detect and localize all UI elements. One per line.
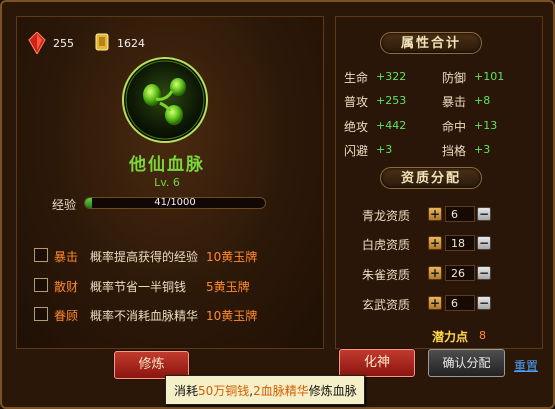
option-save-cost: 5黄玉牌 [206, 280, 250, 294]
skill-level: Lv. 6 [154, 176, 180, 189]
tooltip-prefix: 消耗 [174, 384, 199, 398]
option-favor-desc: 概率不消耗血脉精华 [90, 309, 199, 323]
reset-link[interactable]: 重置 [514, 357, 538, 374]
bloodline-panel: 255 1624 他仙血脉 Lv. 6 经验 41/1000 暴击 概率提高获得… [0, 0, 555, 409]
quality-value-black-tortoise: 6 [445, 295, 475, 311]
tooltip-amount: 50万铜钱 [198, 384, 250, 398]
option-favor-cost: 10黄玉牌 [206, 309, 258, 323]
option-crit-checkbox[interactable] [34, 248, 48, 262]
attr-name-ult: 绝攻 [344, 120, 369, 134]
quality-name-vermilion-bird: 朱雀资质 [362, 268, 411, 282]
potential-label: 潜力点 [432, 330, 469, 344]
quality-minus-button[interactable]: − [477, 296, 491, 310]
option-crit-cost: 10黄玉牌 [206, 250, 258, 264]
attr-value-crit: +8 [474, 94, 491, 107]
potential-value: 8 [479, 329, 486, 342]
attributes-header: 属性合计 [380, 32, 482, 54]
attr-name-def: 防御 [442, 71, 467, 85]
bloodline-emblem [120, 55, 210, 145]
quality-plus-button[interactable]: + [428, 207, 442, 221]
option-save-label: 散财 [54, 280, 79, 294]
attr-value-hp: +322 [376, 70, 407, 83]
attr-value-ult: +442 [376, 119, 407, 132]
exp-label: 经验 [52, 198, 77, 212]
quality-minus-button[interactable]: − [477, 266, 491, 280]
quality-minus-button[interactable]: − [477, 207, 491, 221]
attr-value-def: +101 [474, 70, 505, 83]
option-crit-desc: 概率提高获得的经验 [90, 250, 199, 264]
confirm-allocation-button[interactable]: 确认分配 [428, 349, 505, 377]
attr-value-block: +3 [474, 143, 491, 156]
attr-value-atk: +253 [376, 94, 407, 107]
qualities-header: 资质分配 [380, 167, 482, 189]
quality-value-azure-dragon: 6 [445, 206, 475, 222]
attr-name-atk: 普攻 [344, 95, 369, 109]
skill-name: 他仙血脉 [129, 155, 205, 175]
tooltip-essence: 2血脉精华 [253, 384, 309, 398]
option-favor-checkbox[interactable] [34, 307, 48, 321]
gold-token-count: 1624 [117, 37, 145, 50]
attr-name-crit: 暴击 [442, 95, 467, 109]
tooltip-suffix: 修炼血脉 [308, 384, 357, 398]
transform-button[interactable]: 化神 [339, 349, 415, 377]
quality-name-black-tortoise: 玄武资质 [362, 298, 411, 312]
gem-count: 255 [53, 37, 74, 50]
option-save-checkbox[interactable] [34, 278, 48, 292]
gold-token-icon [94, 32, 110, 52]
quality-name-white-tiger: 白虎资质 [362, 238, 411, 252]
attr-name-hit: 命中 [442, 120, 467, 134]
quality-name-azure-dragon: 青龙资质 [362, 209, 411, 223]
option-crit-label: 暴击 [54, 250, 79, 264]
quality-value-white-tiger: 18 [445, 235, 475, 251]
attr-name-hp: 生命 [344, 71, 369, 85]
cost-tooltip: 消耗50万铜钱,2血脉精华修炼血脉 [165, 375, 365, 405]
exp-text: 41/1000 [154, 197, 196, 208]
option-favor-label: 眷顾 [54, 309, 79, 323]
attr-value-hit: +13 [474, 119, 498, 132]
quality-minus-button[interactable]: − [477, 236, 491, 250]
attr-name-dodge: 闪避 [344, 144, 369, 158]
quality-plus-button[interactable]: + [428, 296, 442, 310]
gem-icon [28, 31, 46, 56]
attr-value-dodge: +3 [376, 143, 393, 156]
attr-name-block: 挡格 [442, 144, 467, 158]
quality-value-vermilion-bird: 26 [445, 265, 475, 281]
option-save-desc: 概率节省一半铜钱 [90, 280, 187, 294]
quality-plus-button[interactable]: + [428, 236, 442, 250]
quality-plus-button[interactable]: + [428, 266, 442, 280]
